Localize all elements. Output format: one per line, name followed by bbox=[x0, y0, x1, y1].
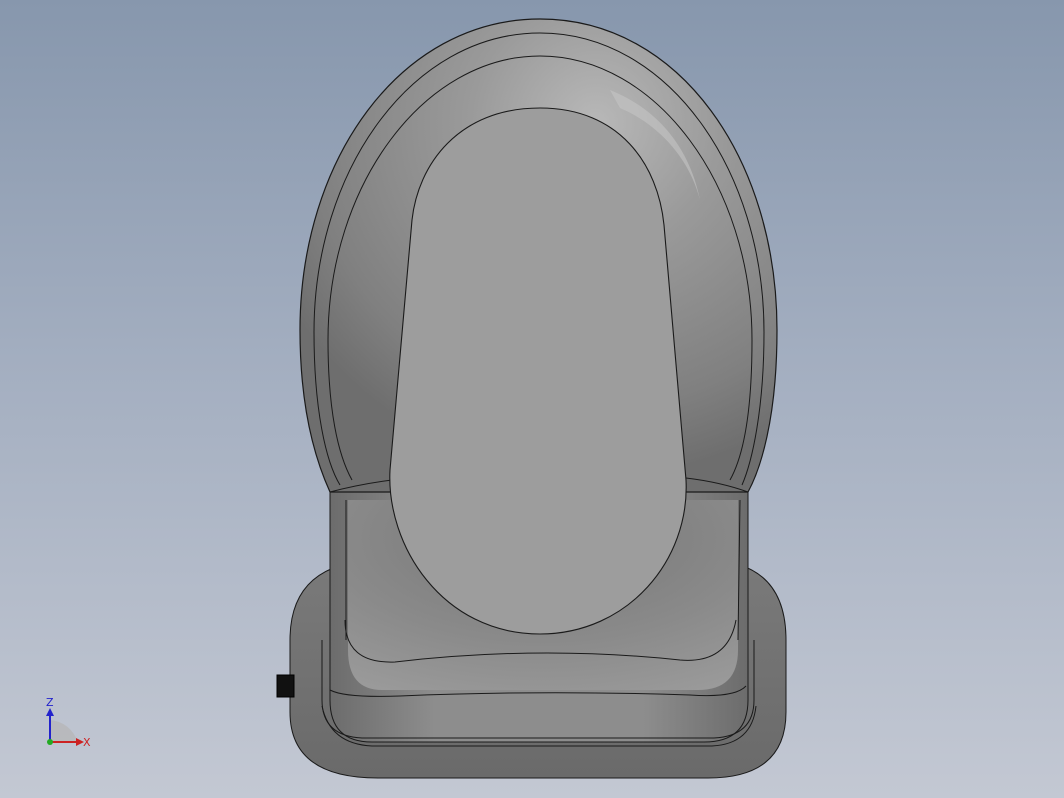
z-axis-label: Z bbox=[46, 696, 54, 709]
graphics-viewport[interactable]: Z X bbox=[0, 0, 1064, 798]
model-scene[interactable] bbox=[0, 0, 1064, 798]
base-tab[interactable] bbox=[276, 674, 295, 698]
central-face[interactable] bbox=[389, 107, 687, 635]
x-axis-label: X bbox=[83, 736, 91, 749]
triad-plane bbox=[50, 720, 78, 742]
z-arrow-icon bbox=[46, 708, 54, 716]
coordinate-triad: Z X bbox=[46, 696, 91, 749]
y-axis-dot bbox=[47, 739, 53, 745]
